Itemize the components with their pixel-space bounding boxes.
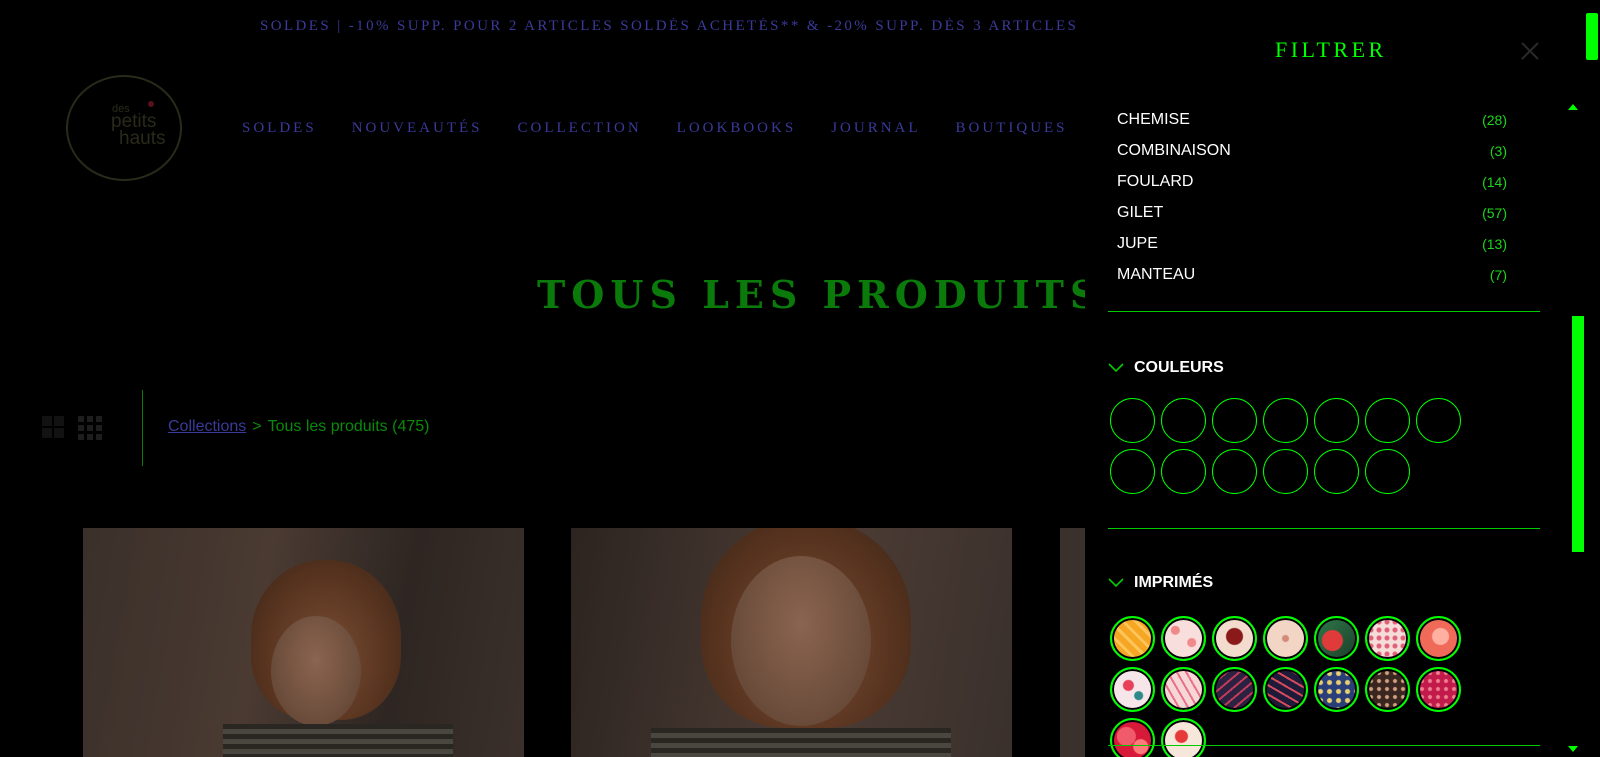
print-swatch[interactable] [1161, 718, 1206, 757]
print-swatch[interactable] [1263, 667, 1308, 712]
breadcrumb-separator: > [252, 418, 262, 435]
color-swatch[interactable] [1314, 398, 1359, 443]
filter-option-chemise[interactable]: CHEMISE (28) [1117, 104, 1507, 135]
filter-option-count: (28) [1482, 111, 1507, 128]
filter-option-count: (13) [1482, 235, 1507, 252]
print-swatch[interactable] [1110, 616, 1155, 661]
filter-title: FILTRER [1275, 37, 1387, 62]
filter-option-label: GILET [1117, 203, 1164, 221]
prints-section-toggle[interactable]: IMPRIMÉS [1108, 574, 1213, 592]
type-filter-list: CHEMISE (28) COMBINAISON (3) FOULARD (14… [1117, 104, 1507, 290]
drawer-scrollbar-thumb[interactable] [1572, 316, 1584, 552]
promo-banner[interactable]: SOLDES | -10% SUPP. POUR 2 ARTICLES SOLD… [260, 18, 1085, 35]
breadcrumb-current: Tous les produits (475) [267, 418, 430, 435]
page-title: TOUS LES PRODUITS [537, 272, 1104, 317]
filter-option-label: CHEMISE [1117, 110, 1190, 128]
product-card-image[interactable] [571, 528, 1012, 757]
logo-text-hauts: hauts [119, 128, 165, 149]
grid-2-icon[interactable] [42, 416, 64, 438]
color-swatch[interactable] [1263, 449, 1308, 494]
print-swatch[interactable] [1365, 616, 1410, 661]
filter-option-label: COMBINAISON [1117, 141, 1231, 159]
grid-3-icon[interactable] [78, 416, 102, 440]
filter-option-combinaison[interactable]: COMBINAISON (3) [1117, 135, 1507, 166]
color-swatch[interactable] [1263, 398, 1308, 443]
color-swatch[interactable] [1110, 398, 1155, 443]
color-swatch[interactable] [1161, 398, 1206, 443]
print-swatches [1110, 616, 1510, 757]
brand-logo[interactable]: des petits hauts [64, 74, 186, 184]
nav-nouveautes[interactable]: NOUVEAUTÉS [352, 120, 483, 137]
print-swatch[interactable] [1212, 616, 1257, 661]
product-card-image[interactable] [83, 528, 524, 757]
close-icon[interactable] [1519, 40, 1541, 62]
main-nav: SOLDES NOUVEAUTÉS COLLECTION LOOKBOOKS J… [242, 120, 1068, 137]
colors-section-toggle[interactable]: COULEURS [1108, 359, 1224, 377]
print-swatch[interactable] [1416, 616, 1461, 661]
nav-boutiques[interactable]: BOUTIQUES [956, 120, 1068, 137]
color-swatch[interactable] [1365, 449, 1410, 494]
nav-soldes[interactable]: SOLDES [242, 120, 317, 137]
page-scrollbar-thumb[interactable] [1586, 13, 1598, 60]
print-swatch[interactable] [1110, 667, 1155, 712]
filter-option-label: MANTEAU [1117, 265, 1196, 283]
color-swatch[interactable] [1212, 449, 1257, 494]
print-swatch[interactable] [1416, 667, 1461, 712]
print-swatch[interactable] [1314, 616, 1359, 661]
prints-section-title: IMPRIMÉS [1134, 574, 1214, 591]
print-swatch[interactable] [1212, 667, 1257, 712]
color-swatch[interactable] [1161, 449, 1206, 494]
color-swatch[interactable] [1365, 398, 1410, 443]
section-divider [1108, 311, 1540, 312]
scroll-down-arrow-icon[interactable] [1568, 746, 1578, 752]
filter-option-manteau[interactable]: MANTEAU (7) [1117, 259, 1507, 290]
colors-section-title: COULEURS [1134, 359, 1224, 376]
filter-option-count: (7) [1489, 266, 1507, 283]
color-swatch[interactable] [1110, 449, 1155, 494]
breadcrumb-link-collections[interactable]: Collections [168, 418, 246, 435]
filter-option-foulard[interactable]: FOULARD (14) [1117, 166, 1507, 197]
filter-option-jupe[interactable]: JUPE (13) [1117, 228, 1507, 259]
filter-option-label: FOULARD [1117, 172, 1194, 190]
grid-toggles [42, 416, 102, 440]
print-swatch[interactable] [1314, 667, 1359, 712]
filter-option-gilet[interactable]: GILET (57) [1117, 197, 1507, 228]
filter-option-count: (57) [1482, 204, 1507, 221]
breadcrumb: Collections > Tous les produits (475) [168, 418, 429, 436]
filter-option-count: (3) [1489, 142, 1507, 159]
filter-option-label: JUPE [1117, 234, 1158, 252]
chevron-down-icon [1108, 363, 1124, 373]
print-swatch[interactable] [1110, 718, 1155, 757]
section-divider [1108, 745, 1540, 746]
chevron-down-icon [1108, 578, 1124, 588]
print-swatch[interactable] [1263, 616, 1308, 661]
print-swatch[interactable] [1365, 667, 1410, 712]
color-swatch[interactable] [1314, 449, 1359, 494]
scroll-up-arrow-icon[interactable] [1568, 104, 1578, 110]
color-swatches [1110, 398, 1510, 494]
nav-journal[interactable]: JOURNAL [831, 120, 920, 137]
print-swatch[interactable] [1161, 616, 1206, 661]
nav-collection[interactable]: COLLECTION [518, 120, 642, 137]
vertical-divider [142, 390, 143, 466]
nav-lookbooks[interactable]: LOOKBOOKS [677, 120, 797, 137]
filter-option-count: (14) [1482, 173, 1507, 190]
color-swatch[interactable] [1212, 398, 1257, 443]
print-swatch[interactable] [1161, 667, 1206, 712]
filter-drawer: FILTRER CHEMISE (28) COMBINAISON (3) FOU… [1085, 0, 1600, 757]
section-divider [1108, 528, 1540, 529]
color-swatch[interactable] [1416, 398, 1461, 443]
